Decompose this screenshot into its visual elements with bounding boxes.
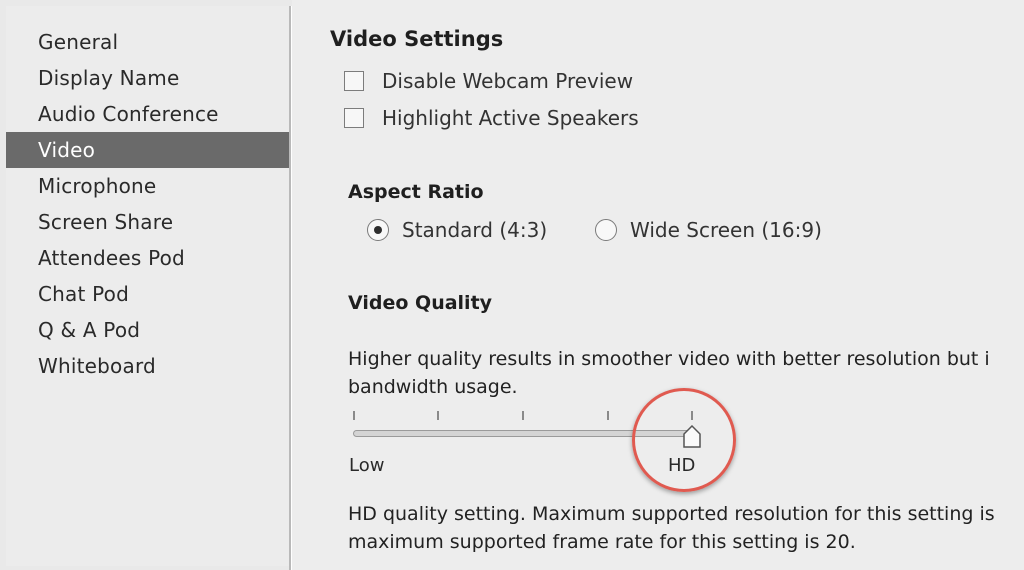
slider-tick: [437, 411, 439, 420]
radio-icon[interactable]: [367, 219, 389, 241]
quality-setting-line1: HD quality setting. Maximum supported re…: [348, 503, 995, 525]
radio-wide-screen-16-9[interactable]: Wide Screen (16:9): [595, 217, 822, 243]
highlight-active-speakers-option[interactable]: Highlight Active Speakers: [344, 106, 639, 130]
sidebar-list: General Display Name Audio Conference Vi…: [6, 24, 290, 384]
sidebar-item-microphone[interactable]: Microphone: [6, 168, 290, 204]
sidebar-item-video[interactable]: Video: [6, 132, 290, 168]
settings-sidebar: General Display Name Audio Conference Vi…: [6, 6, 290, 566]
slider-tick: [522, 411, 524, 420]
annotation-highlight-circle: [632, 388, 736, 492]
video-quality-description-line1: Higher quality results in smoother video…: [348, 348, 990, 370]
highlight-active-speakers-label: Highlight Active Speakers: [382, 106, 639, 130]
slider-tick: [607, 411, 609, 420]
radio-selected-dot: [374, 226, 382, 234]
video-quality-heading: Video Quality: [348, 292, 493, 314]
checkbox-icon[interactable]: [344, 108, 364, 128]
sidebar-item-display-name[interactable]: Display Name: [6, 60, 290, 96]
radio-standard-label: Standard (4:3): [402, 218, 548, 242]
radio-standard-4-3[interactable]: Standard (4:3): [367, 217, 547, 243]
sidebar-item-general[interactable]: General: [6, 24, 290, 60]
radio-wide-screen-label: Wide Screen (16:9): [630, 218, 822, 242]
slider-min-label: Low: [349, 455, 385, 476]
sidebar-item-attendees-pod[interactable]: Attendees Pod: [6, 240, 290, 276]
aspect-ratio-heading: Aspect Ratio: [348, 181, 484, 203]
radio-icon[interactable]: [595, 219, 617, 241]
sidebar-item-audio-conference[interactable]: Audio Conference: [6, 96, 290, 132]
sidebar-item-qa-pod[interactable]: Q & A Pod: [6, 312, 290, 348]
video-quality-description-line2: bandwidth usage.: [348, 376, 518, 398]
disable-webcam-preview-option[interactable]: Disable Webcam Preview: [344, 69, 633, 93]
quality-setting-line2: maximum supported frame rate for this se…: [348, 531, 856, 553]
disable-webcam-preview-label: Disable Webcam Preview: [382, 69, 634, 93]
sidebar-item-whiteboard[interactable]: Whiteboard: [6, 348, 290, 384]
slider-tick: [353, 411, 355, 420]
sidebar-item-chat-pod[interactable]: Chat Pod: [6, 276, 290, 312]
sidebar-item-screen-share[interactable]: Screen Share: [6, 204, 290, 240]
page-title: Video Settings: [330, 27, 504, 51]
video-settings-panel: Video Settings Disable Webcam Preview Hi…: [292, 0, 1024, 570]
checkbox-icon[interactable]: [344, 71, 364, 91]
